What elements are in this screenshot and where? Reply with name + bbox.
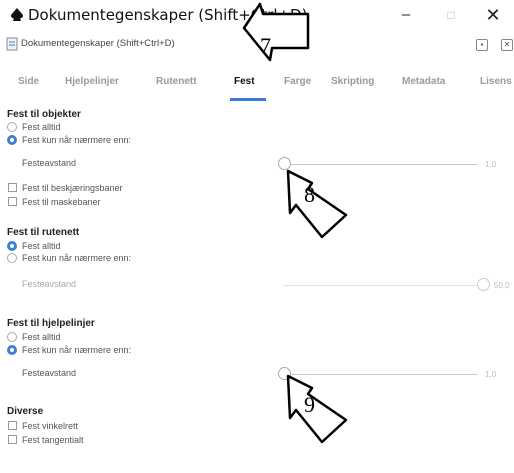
callout-arrow-9: [286, 374, 348, 444]
radio-rutenett-always[interactable]: [7, 241, 17, 251]
dock-undock-button[interactable]: ▪: [476, 39, 488, 51]
tab-rutenett[interactable]: Rutenett: [156, 76, 197, 87]
distance-value: 1,0: [485, 160, 497, 169]
section-title-rutenett: Fest til rutenett: [7, 227, 80, 238]
minimize-button[interactable]: –: [386, 2, 426, 28]
maximize-button[interactable]: □: [431, 2, 471, 28]
checkbox-label: Fest tangentialt: [22, 435, 84, 445]
checkbox-tangential[interactable]: [8, 435, 17, 444]
dialog-title: Dokumentegenskaper (Shift+Ctrl+D): [21, 38, 175, 49]
checkbox-clip-paths[interactable]: [8, 183, 17, 192]
active-tab-indicator: [230, 98, 266, 101]
section-title-diverse: Diverse: [7, 406, 44, 417]
callout-arrow-8: [286, 169, 348, 239]
distance-label: Festeavstand: [22, 368, 77, 378]
distance-value: 1,0: [485, 370, 497, 379]
radio-label: Fest alltid: [22, 241, 61, 251]
checkbox-label: Fest vinkelrett: [22, 421, 79, 431]
radio-label: Fest kun når nærmere enn:: [22, 345, 132, 355]
tab-lisens[interactable]: Lisens: [480, 76, 512, 87]
tab-skripting[interactable]: Skripting: [331, 76, 374, 87]
radio-rutenett-near[interactable]: [7, 253, 17, 263]
checkbox-label: Fest til beskjæringsbaner: [22, 183, 123, 193]
inkscape-app-icon: [11, 8, 23, 21]
radio-label: Fest alltid: [22, 122, 61, 132]
radio-label: Fest kun når nærmere enn:: [22, 135, 132, 145]
section-title-objekter: Fest til objekter: [7, 109, 81, 120]
document-properties-icon: [6, 37, 18, 51]
checkbox-label: Fest til maskebaner: [22, 197, 101, 207]
radio-objekter-always[interactable]: [7, 122, 17, 132]
section-title-hjelpelinjer: Fest til hjelpelinjer: [7, 318, 95, 329]
radio-hjelpelinjer-near[interactable]: [7, 345, 17, 355]
distance-label: Festeavstand: [22, 158, 77, 168]
callout-number-7: 7: [260, 33, 271, 58]
callout-number-9: 9: [304, 392, 315, 417]
tab-side[interactable]: Side: [18, 76, 39, 87]
callout-arrow-7: [242, 2, 310, 62]
radio-hjelpelinjer-always[interactable]: [7, 332, 17, 342]
tab-hjelpelinjer[interactable]: Hjelpelinjer: [65, 76, 119, 87]
distance-slider-knob[interactable]: [477, 278, 490, 291]
radio-label: Fest kun når nærmere enn:: [22, 253, 132, 263]
dock-close-button[interactable]: ✕: [501, 39, 513, 51]
tab-metadata[interactable]: Metadata: [402, 76, 445, 87]
radio-label: Fest alltid: [22, 332, 61, 342]
checkbox-mask-paths[interactable]: [8, 197, 17, 206]
callout-number-8: 8: [304, 182, 315, 207]
distance-slider-track[interactable]: [283, 285, 483, 286]
distance-value: 50,0: [494, 281, 510, 290]
radio-objekter-near[interactable]: [7, 135, 17, 145]
distance-label: Festeavstand: [22, 279, 77, 289]
close-button[interactable]: ✕: [473, 2, 513, 28]
checkbox-perpendicular[interactable]: [8, 421, 17, 430]
